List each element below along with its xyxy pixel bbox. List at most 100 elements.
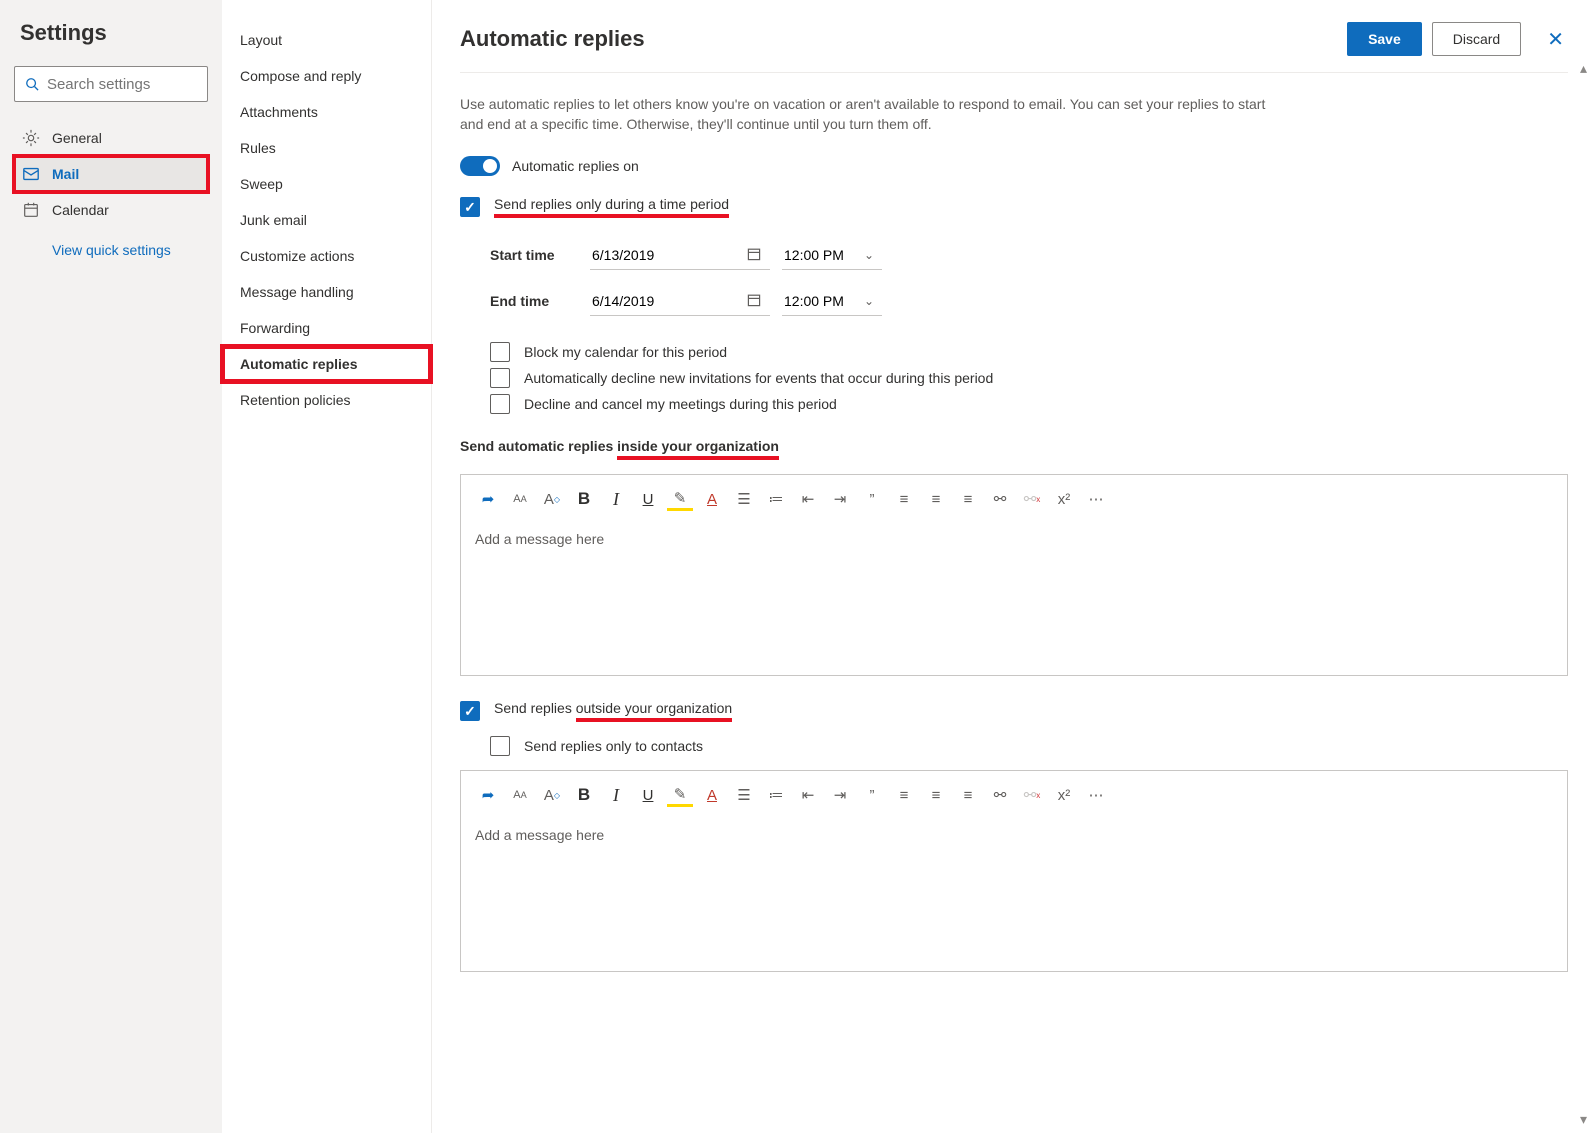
font-size-icon[interactable]: A◇ [539,783,565,807]
category-label: General [52,130,102,146]
nav-forwarding[interactable]: Forwarding [222,310,431,346]
align-center-icon[interactable]: ≡ [923,487,949,511]
indent-icon[interactable]: ⇥ [827,487,853,511]
nav-customize-actions[interactable]: Customize actions [222,238,431,274]
highlight-icon[interactable]: ✎ [667,783,693,807]
paint-format-icon[interactable]: ➦ [475,783,501,807]
cancel-meetings-checkbox[interactable] [490,394,510,414]
calendar-icon [22,201,40,219]
chevron-down-icon[interactable]: ⌄ [864,294,874,308]
toggle-label: Automatic replies on [512,158,639,174]
bold-icon[interactable]: B [571,783,597,807]
category-general[interactable]: General [14,120,208,156]
search-icon [25,76,39,92]
link-icon[interactable]: ⚯ [987,783,1013,807]
superscript-icon[interactable]: x² [1051,487,1077,511]
start-date-input[interactable] [590,241,770,270]
number-list-icon[interactable]: ≔ [763,783,789,807]
font-color-icon[interactable]: A [699,783,725,807]
underline-icon[interactable]: U [635,783,661,807]
rich-text-toolbar: ➦ AA A◇ B I U ✎ A ☰ ≔ ⇤ ⇥ ” ≡ ≡ ≡ ⚯ ⚯x x… [461,475,1567,523]
italic-icon[interactable]: I [603,783,629,807]
panel-header: Automatic replies Save Discard ✕ [460,22,1568,73]
discard-button[interactable]: Discard [1432,22,1521,56]
inside-org-editor: ➦ AA A◇ B I U ✎ A ☰ ≔ ⇤ ⇥ ” ≡ ≡ ≡ ⚯ ⚯x x… [460,474,1568,676]
search-input[interactable] [47,76,197,93]
number-list-icon[interactable]: ≔ [763,487,789,511]
close-icon[interactable]: ✕ [1543,23,1568,56]
category-label: Mail [52,166,79,182]
time-period-inputs: Start time ⌄ End time ⌄ [490,232,1568,324]
nav-retention[interactable]: Retention policies [222,382,431,418]
nav-rules[interactable]: Rules [222,130,431,166]
highlight-icon[interactable]: ✎ [667,487,693,511]
italic-icon[interactable]: I [603,487,629,511]
align-left-icon[interactable]: ≡ [891,487,917,511]
outside-org-checkbox[interactable] [460,701,480,721]
nav-layout[interactable]: Layout [222,22,431,58]
main-panel: Automatic replies Save Discard ✕ Use aut… [432,0,1596,1133]
calendar-icon[interactable] [746,246,762,265]
quote-icon[interactable]: ” [859,783,885,807]
scroll-up-icon[interactable]: ▴ [1580,60,1592,72]
outside-org-label: Send replies outside your organization [494,700,732,722]
more-icon[interactable]: ⋯ [1083,783,1109,807]
calendar-icon[interactable] [746,292,762,311]
indent-icon[interactable]: ⇥ [827,783,853,807]
bullet-list-icon[interactable]: ☰ [731,783,757,807]
contacts-only-label: Send replies only to contacts [524,738,703,754]
gear-icon [22,129,40,147]
font-color-icon[interactable]: A [699,487,725,511]
link-icon[interactable]: ⚯ [987,487,1013,511]
end-date-input[interactable] [590,287,770,316]
font-family-icon[interactable]: AA [507,783,533,807]
view-quick-settings-link[interactable]: View quick settings [14,228,208,258]
mail-settings-nav: Layout Compose and reply Attachments Rul… [222,0,432,1133]
superscript-icon[interactable]: x² [1051,783,1077,807]
nav-message-handling[interactable]: Message handling [222,274,431,310]
font-family-icon[interactable]: AA [507,487,533,511]
save-button[interactable]: Save [1347,22,1422,56]
description-text: Use automatic replies to let others know… [460,95,1280,134]
font-size-icon[interactable]: A◇ [539,487,565,511]
search-settings[interactable] [14,66,208,102]
page-title: Automatic replies [460,26,1347,52]
align-center-icon[interactable]: ≡ [923,783,949,807]
nav-compose[interactable]: Compose and reply [222,58,431,94]
unlink-icon[interactable]: ⚯x [1019,487,1045,511]
underline-icon[interactable]: U [635,487,661,511]
category-calendar[interactable]: Calendar [14,192,208,228]
outside-org-editor: ➦ AA A◇ B I U ✎ A ☰ ≔ ⇤ ⇥ ” ≡ ≡ ≡ ⚯ ⚯x x… [460,770,1568,972]
mail-icon [22,165,40,183]
nav-junk[interactable]: Junk email [222,202,431,238]
chevron-down-icon[interactable]: ⌄ [864,248,874,262]
nav-sweep[interactable]: Sweep [222,166,431,202]
decline-invitations-checkbox[interactable] [490,368,510,388]
contacts-only-checkbox[interactable] [490,736,510,756]
category-mail[interactable]: Mail [14,156,208,192]
start-time-label: Start time [490,247,590,263]
align-right-icon[interactable]: ≡ [955,487,981,511]
unlink-icon[interactable]: ⚯x [1019,783,1045,807]
time-period-label: Send replies only during a time period [494,196,729,218]
quote-icon[interactable]: ” [859,487,885,511]
block-calendar-checkbox[interactable] [490,342,510,362]
scroll-down-icon[interactable]: ▾ [1580,1111,1592,1123]
bullet-list-icon[interactable]: ☰ [731,487,757,511]
inside-org-textarea[interactable]: Add a message here [475,531,1553,661]
automatic-replies-toggle[interactable] [460,156,500,176]
block-calendar-label: Block my calendar for this period [524,344,727,360]
end-time-label: End time [490,293,590,309]
time-period-checkbox[interactable] [460,197,480,217]
outside-org-textarea[interactable]: Add a message here [475,827,1553,957]
more-icon[interactable]: ⋯ [1083,487,1109,511]
outdent-icon[interactable]: ⇤ [795,783,821,807]
align-right-icon[interactable]: ≡ [955,783,981,807]
nav-attachments[interactable]: Attachments [222,94,431,130]
nav-automatic-replies[interactable]: Automatic replies [222,346,431,382]
scrollbar[interactable]: ▴ ▾ [1580,60,1592,1123]
align-left-icon[interactable]: ≡ [891,783,917,807]
paint-format-icon[interactable]: ➦ [475,487,501,511]
bold-icon[interactable]: B [571,487,597,511]
outdent-icon[interactable]: ⇤ [795,487,821,511]
